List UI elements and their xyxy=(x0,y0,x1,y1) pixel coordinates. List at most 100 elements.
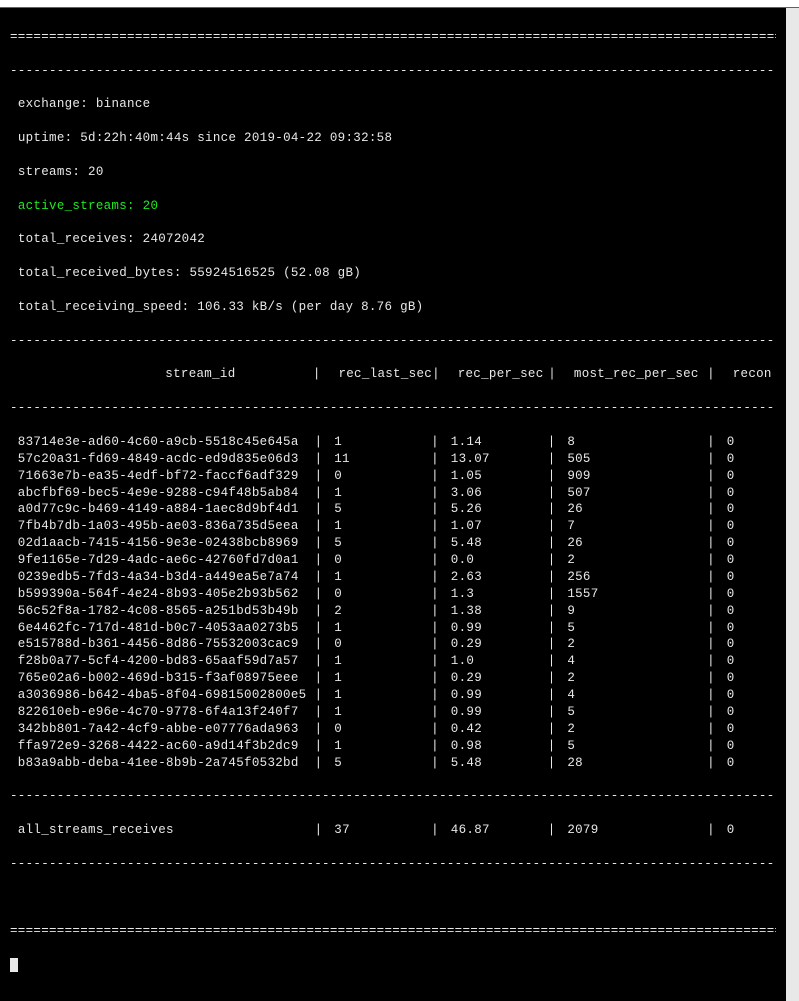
cursor-icon xyxy=(10,958,18,972)
cell-rec-per-sec: 0.99 xyxy=(443,620,548,637)
cell-most-rec-per-sec: 2 xyxy=(560,552,708,569)
cell-recon: 0 xyxy=(719,535,776,552)
cell-recon: 0 xyxy=(719,721,776,738)
cell-stream-id: abcfbf69-bec5-4e9e-9288-c94f48b5ab84 xyxy=(10,485,315,502)
table-row: e515788d-b361-4456-8d86-75532003cac9| 0|… xyxy=(10,636,776,653)
prompt-line[interactable] xyxy=(10,957,776,974)
header-stream-id: stream_id xyxy=(10,366,313,383)
info-line-total-bytes: total_received_bytes: 55924516525 (52.08… xyxy=(10,265,776,282)
terminal-output[interactable]: ========================================… xyxy=(0,8,786,1001)
cell-stream-id: 6e4462fc-717d-481d-b0c7-4053aa0273b5 xyxy=(10,620,315,637)
cell-most-rec-per-sec: 7 xyxy=(560,518,708,535)
cell-most-rec-per-sec: 8 xyxy=(560,434,708,451)
cell-most-rec-per-sec: 26 xyxy=(560,501,708,518)
cell-rec-per-sec: 3.06 xyxy=(443,485,548,502)
table-row: abcfbf69-bec5-4e9e-9288-c94f48b5ab84| 1|… xyxy=(10,485,776,502)
cell-most-rec-per-sec: 2 xyxy=(560,670,708,687)
table-row: 83714e3e-ad60-4c60-a9cb-5518c45e645a| 1|… xyxy=(10,434,776,451)
cell-recon: 0 xyxy=(719,569,776,586)
cell-most-rec-per-sec: 28 xyxy=(560,755,708,772)
cell-rec-last-sec: 1 xyxy=(326,620,431,637)
cell-rec-last-sec: 2 xyxy=(326,603,431,620)
cell-rec-per-sec: 0.98 xyxy=(443,738,548,755)
separator-equals: ========================================… xyxy=(10,29,776,46)
totals-d: 0 xyxy=(719,822,776,839)
cell-rec-last-sec: 1 xyxy=(326,485,431,502)
table-row: 765e02a6-b002-469d-b315-f3af08975eee| 1|… xyxy=(10,670,776,687)
cell-rec-per-sec: 1.07 xyxy=(443,518,548,535)
table-body: 83714e3e-ad60-4c60-a9cb-5518c45e645a| 1|… xyxy=(10,434,776,772)
cell-stream-id: 56c52f8a-1782-4c08-8565-a251bd53b49b xyxy=(10,603,315,620)
cell-stream-id: 02d1aacb-7415-4156-9e3e-02438bcb8969 xyxy=(10,535,315,552)
table-row: 7fb4b7db-1a03-495b-ae03-836a735d5eea| 1|… xyxy=(10,518,776,535)
cell-rec-last-sec: 0 xyxy=(326,468,431,485)
cell-recon: 0 xyxy=(719,636,776,653)
cell-most-rec-per-sec: 4 xyxy=(560,653,708,670)
cell-most-rec-per-sec: 26 xyxy=(560,535,708,552)
cell-rec-per-sec: 1.14 xyxy=(443,434,548,451)
cell-recon: 0 xyxy=(719,552,776,569)
cell-most-rec-per-sec: 2 xyxy=(560,636,708,653)
header-recon: recon xyxy=(719,366,776,383)
cell-rec-last-sec: 1 xyxy=(326,687,431,704)
table-row: 57c20a31-fd69-4849-acdc-ed9d835e06d3| 11… xyxy=(10,451,776,468)
cell-stream-id: 822610eb-e96e-4c70-9778-6f4a13f240f7 xyxy=(10,704,315,721)
separator-dashes: ----------------------------------------… xyxy=(10,333,776,350)
separator-dashes: ----------------------------------------… xyxy=(10,856,776,873)
cell-rec-per-sec: 0.29 xyxy=(443,636,548,653)
cell-rec-last-sec: 1 xyxy=(326,738,431,755)
cell-recon: 0 xyxy=(719,451,776,468)
cell-most-rec-per-sec: 4 xyxy=(560,687,708,704)
cell-recon: 0 xyxy=(719,620,776,637)
info-line-active-streams: active_streams: 20 xyxy=(10,198,776,215)
cell-most-rec-per-sec: 2 xyxy=(560,721,708,738)
totals-c: 2079 xyxy=(560,822,708,839)
cell-stream-id: f28b0a77-5cf4-4200-bd83-65aaf59d7a57 xyxy=(10,653,315,670)
cell-rec-per-sec: 2.63 xyxy=(443,569,548,586)
table-row: 56c52f8a-1782-4c08-8565-a251bd53b49b| 2|… xyxy=(10,603,776,620)
cell-recon: 0 xyxy=(719,704,776,721)
table-row: f28b0a77-5cf4-4200-bd83-65aaf59d7a57| 1|… xyxy=(10,653,776,670)
cell-most-rec-per-sec: 505 xyxy=(560,451,708,468)
cell-recon: 0 xyxy=(719,738,776,755)
info-line-total-receives: total_receives: 24072042 xyxy=(10,231,776,248)
table-row: 0239edb5-7fd3-4a34-b3d4-a449ea5e7a74| 1|… xyxy=(10,569,776,586)
cell-recon: 0 xyxy=(719,485,776,502)
cell-most-rec-per-sec: 5 xyxy=(560,738,708,755)
table-row: 6e4462fc-717d-481d-b0c7-4053aa0273b5| 1|… xyxy=(10,620,776,637)
table-row: 71663e7b-ea35-4edf-bf72-faccf6adf329| 0|… xyxy=(10,468,776,485)
separator-dashes: ----------------------------------------… xyxy=(10,63,776,80)
cell-rec-last-sec: 1 xyxy=(326,518,431,535)
cell-stream-id: 765e02a6-b002-469d-b315-f3af08975eee xyxy=(10,670,315,687)
totals-row: all_streams_receives| 37| 46.87| 2079| 0 xyxy=(10,822,776,839)
header-most-rec-per-sec: most_rec_per_sec xyxy=(560,366,707,383)
cell-stream-id: b599390a-564f-4e24-8b93-405e2b93b562 xyxy=(10,586,315,603)
cell-rec-last-sec: 5 xyxy=(326,755,431,772)
cell-recon: 0 xyxy=(719,501,776,518)
info-line-streams: streams: 20 xyxy=(10,164,776,181)
info-line-exchange: exchange: binance xyxy=(10,96,776,113)
cell-stream-id: 0239edb5-7fd3-4a34-b3d4-a449ea5e7a74 xyxy=(10,569,315,586)
table-row: 02d1aacb-7415-4156-9e3e-02438bcb8969| 5|… xyxy=(10,535,776,552)
cell-stream-id: 342bb801-7a42-4cf9-abbe-e07776ada963 xyxy=(10,721,315,738)
table-row: b599390a-564f-4e24-8b93-405e2b93b562| 0|… xyxy=(10,586,776,603)
cell-rec-per-sec: 1.05 xyxy=(443,468,548,485)
cell-rec-per-sec: 0.0 xyxy=(443,552,548,569)
cell-most-rec-per-sec: 909 xyxy=(560,468,708,485)
cell-stream-id: ffa972e9-3268-4422-ac60-a9d14f3b2dc9 xyxy=(10,738,315,755)
cell-rec-last-sec: 5 xyxy=(326,501,431,518)
cell-recon: 0 xyxy=(719,518,776,535)
cell-rec-per-sec: 5.48 xyxy=(443,535,548,552)
cell-most-rec-per-sec: 256 xyxy=(560,569,708,586)
cell-stream-id: e515788d-b361-4456-8d86-75532003cac9 xyxy=(10,636,315,653)
cell-rec-per-sec: 1.0 xyxy=(443,653,548,670)
table-header: stream_id| rec_last_sec| rec_per_sec| mo… xyxy=(10,366,776,383)
cell-recon: 0 xyxy=(719,586,776,603)
cell-stream-id: 83714e3e-ad60-4c60-a9cb-5518c45e645a xyxy=(10,434,315,451)
header-rec-last-sec: rec_last_sec xyxy=(325,366,432,383)
cell-most-rec-per-sec: 9 xyxy=(560,603,708,620)
cell-rec-per-sec: 0.99 xyxy=(443,687,548,704)
table-row: 342bb801-7a42-4cf9-abbe-e07776ada963| 0|… xyxy=(10,721,776,738)
totals-a: 37 xyxy=(326,822,431,839)
cell-recon: 0 xyxy=(719,687,776,704)
